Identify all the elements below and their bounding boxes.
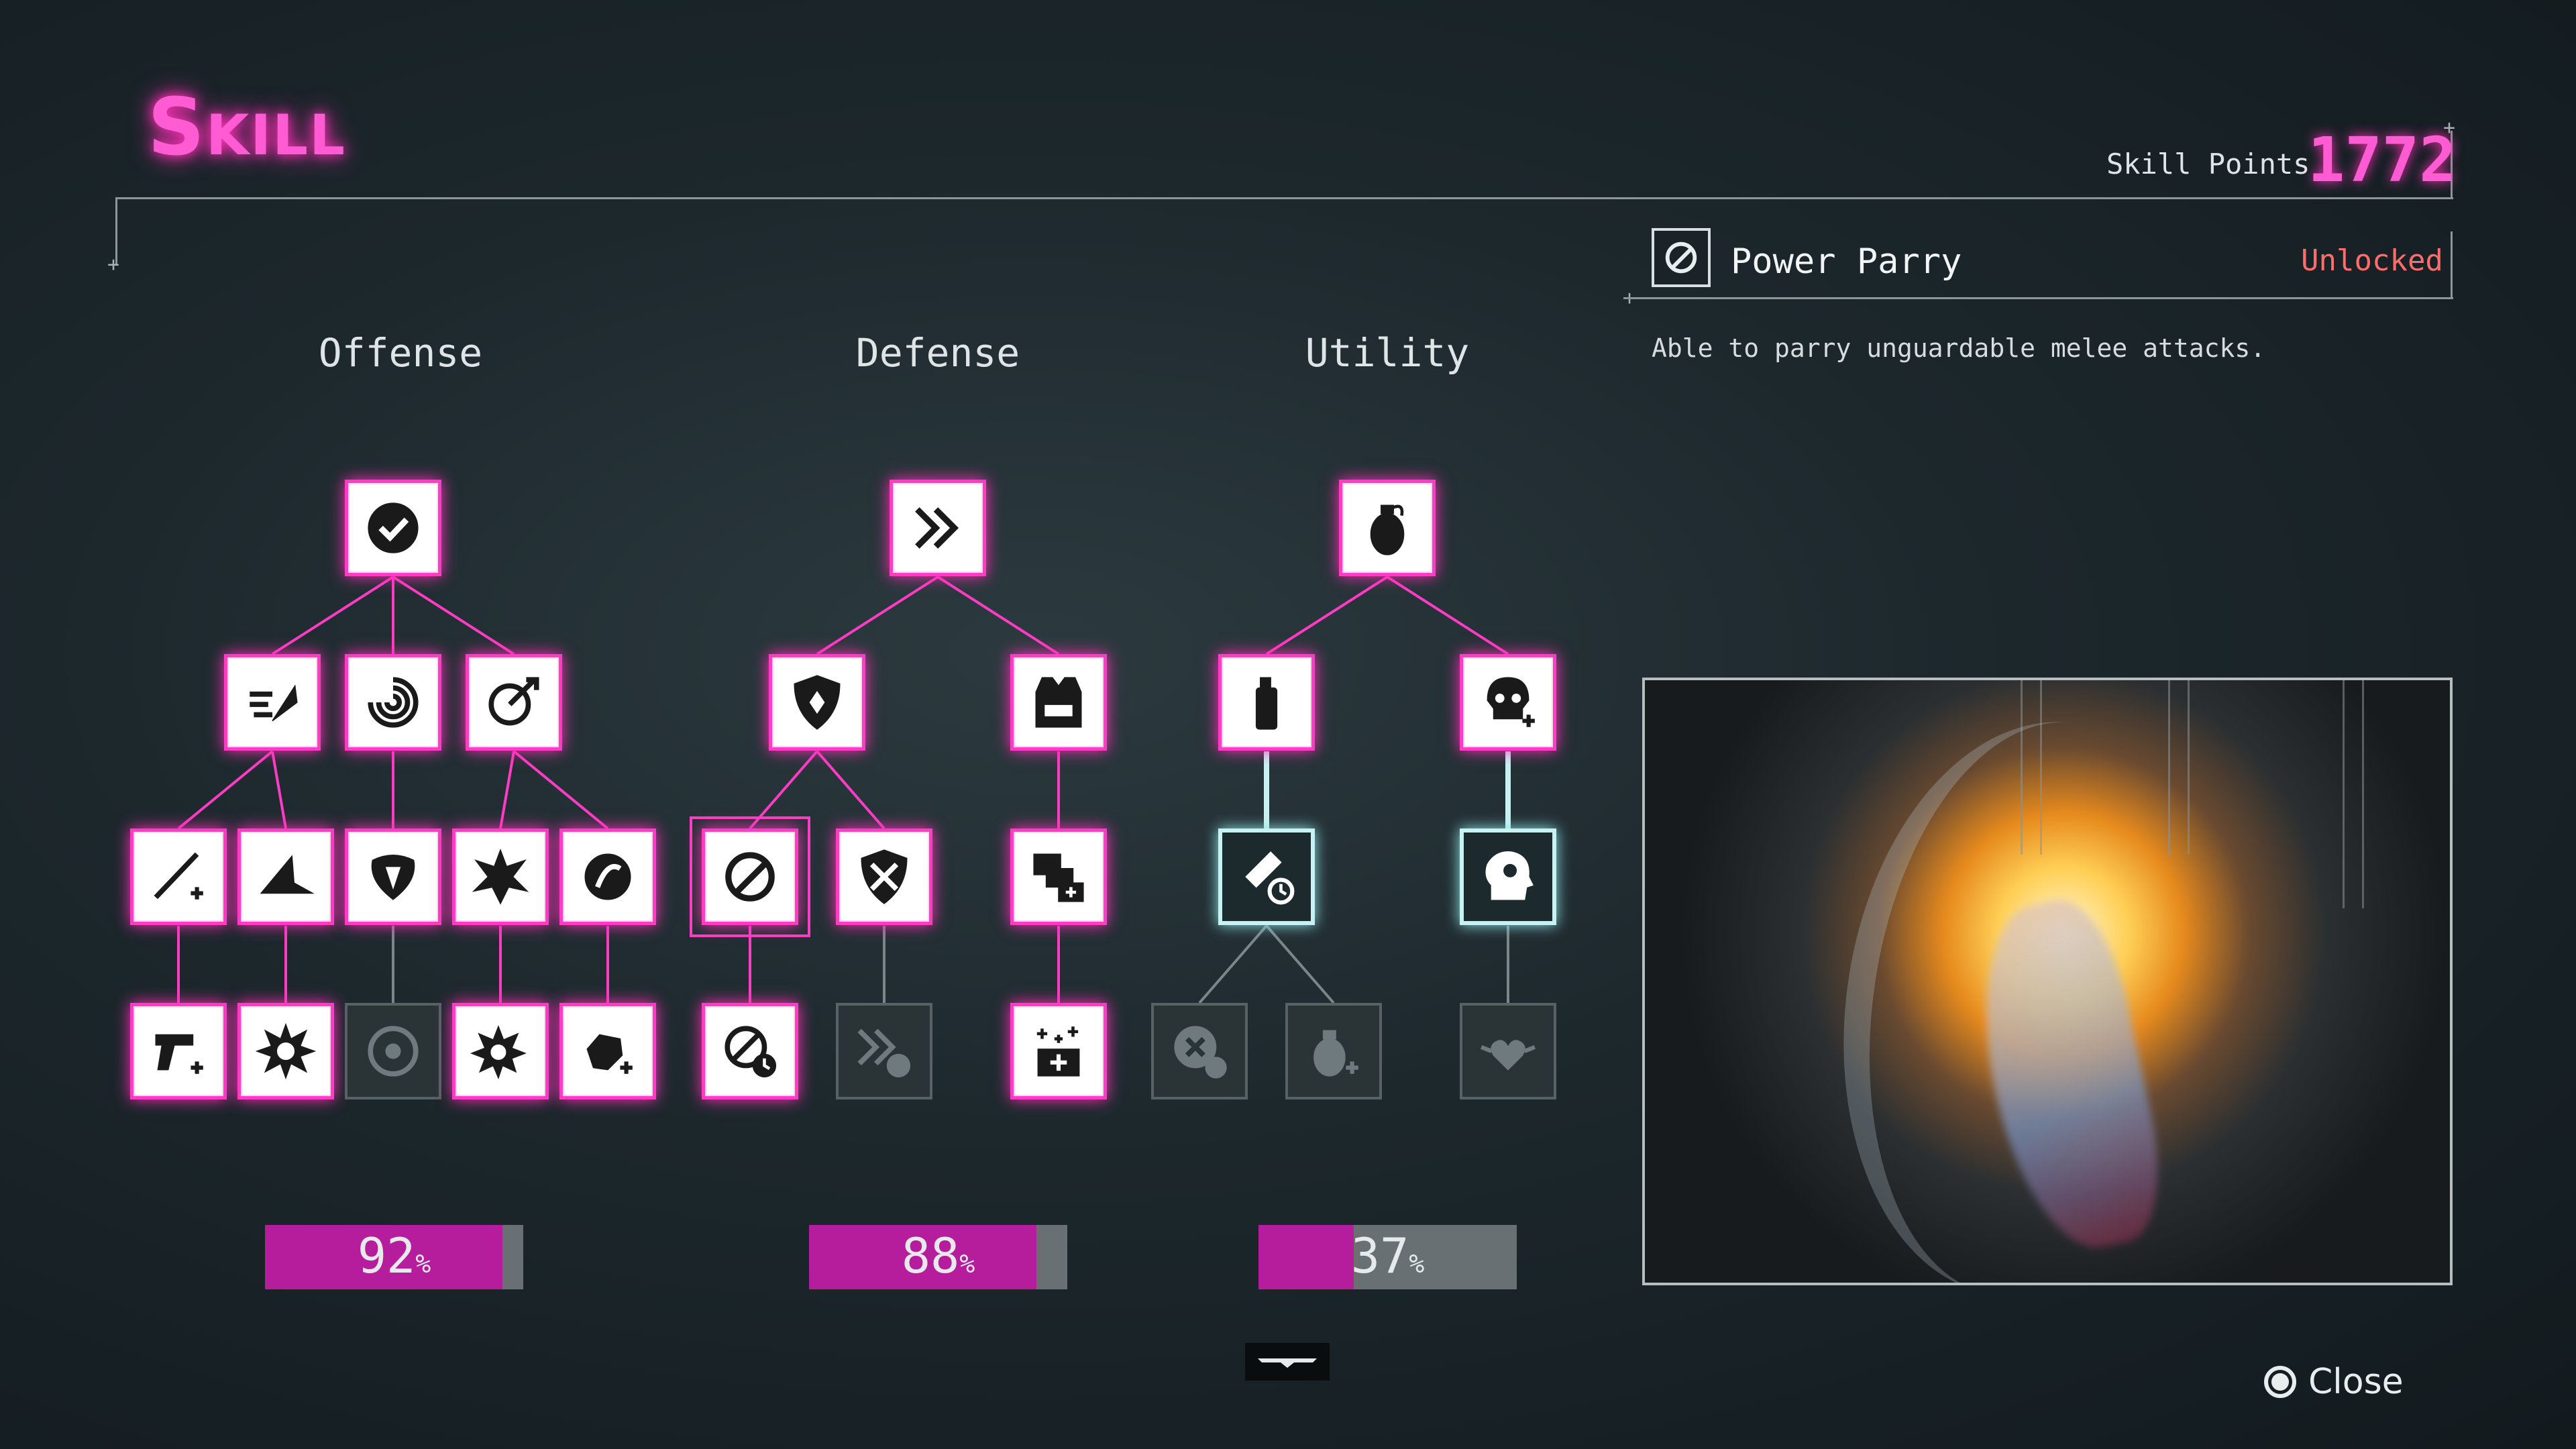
inhaler-clock-icon: [1245, 851, 1295, 905]
skill-node-offense-10[interactable]: [237, 1003, 334, 1099]
utility-progress-label: 37%: [1350, 1228, 1425, 1284]
skill-preview-video: [1642, 678, 2453, 1285]
skill-node-offense-6[interactable]: [345, 828, 441, 925]
ground-slash-icon: [260, 855, 315, 894]
studio-logo-icon: [1245, 1343, 1330, 1381]
grenade-plus-icon: [1313, 1030, 1358, 1077]
skill-node-offense-root[interactable]: [345, 480, 441, 576]
skill-points-value: 1772: [2308, 124, 2457, 196]
skill-node-offense-8[interactable]: [559, 828, 656, 925]
close-label: Close: [2308, 1362, 2404, 1402]
skill-node-utility-root[interactable]: [1339, 480, 1436, 576]
skill-node-utility-5[interactable]: [1151, 1003, 1248, 1099]
skill-node-offense-12[interactable]: [452, 1003, 549, 1099]
parry-clock-icon: [724, 1026, 777, 1078]
selected-skill-status: Unlocked: [2301, 244, 2443, 278]
vest-icon: [1035, 677, 1082, 728]
skill-node-defense-7[interactable]: [836, 1003, 932, 1099]
selected-skill-description: Able to parry unguardable melee attacks.: [1652, 333, 2266, 363]
skill-node-offense-11[interactable]: [345, 1003, 441, 1099]
cross-clock-icon: [1174, 1026, 1227, 1079]
skill-node-defense-4[interactable]: [836, 828, 932, 925]
skill-node-offense-9[interactable]: [130, 1003, 227, 1099]
defense-progress-bar: 88%: [809, 1225, 1067, 1289]
parry-icon: [1665, 241, 1697, 274]
skill-node-defense-3-selected[interactable]: [690, 816, 810, 937]
skill-node-defense-2[interactable]: [1010, 654, 1107, 751]
spray-can-icon: [1255, 677, 1278, 730]
selected-skill-icon: [1652, 228, 1711, 287]
heart-wings-icon: [1480, 1040, 1536, 1071]
gun-plus-icon: [155, 1034, 203, 1074]
skill-node-offense-5[interactable]: [237, 828, 334, 925]
skill-node-offense-2[interactable]: [345, 654, 441, 751]
swirl-icon: [368, 677, 419, 728]
selected-skill-name: Power Parry: [1731, 241, 1962, 282]
skill-points-label: Skill Points: [2106, 148, 2310, 180]
skill-node-utility-6[interactable]: [1285, 1003, 1382, 1099]
skill-node-defense-root[interactable]: [890, 480, 986, 576]
skill-node-offense-1[interactable]: [224, 654, 321, 751]
utility-progress-bar: 37%: [1258, 1225, 1517, 1289]
parry-icon: [725, 852, 775, 902]
skill-node-utility-3[interactable]: [1218, 828, 1315, 925]
skill-node-defense-6[interactable]: [702, 1003, 798, 1099]
sword-plus-icon: [154, 852, 203, 900]
skill-node-utility-2[interactable]: [1460, 654, 1556, 751]
dash-slash-icon: [250, 684, 298, 722]
skill-node-offense-13[interactable]: [559, 1003, 656, 1099]
target-arrow-icon: [488, 677, 539, 726]
background-girder: [2343, 680, 2364, 908]
skill-node-utility-1[interactable]: [1218, 654, 1315, 751]
explosion-icon: [255, 1022, 317, 1080]
fist-icon: [584, 853, 631, 900]
burst-icon: [472, 848, 529, 905]
info-divider-right: [2451, 231, 2453, 299]
punch-plus-icon: [586, 1034, 633, 1074]
skill-node-offense-7[interactable]: [452, 828, 549, 925]
grenade-icon: [1370, 504, 1405, 555]
vortex-icon: [368, 1026, 419, 1077]
skill-node-defense-1[interactable]: [769, 654, 865, 751]
offense-progress-label: 92%: [357, 1228, 431, 1284]
skill-node-offense-4[interactable]: [130, 828, 227, 925]
shield-icon: [794, 675, 841, 730]
defense-progress-label: 88%: [901, 1228, 975, 1284]
medkit-sparkle-icon: [1036, 1026, 1080, 1077]
head-target-icon: [1485, 851, 1534, 900]
checkmark-icon: [368, 502, 419, 553]
skill-node-utility-7[interactable]: [1460, 1003, 1556, 1099]
double-chevron-icon: [915, 507, 959, 549]
shield-swords-icon: [861, 849, 908, 904]
info-divider: [1623, 297, 2453, 299]
skill-node-defense-8[interactable]: [1010, 1003, 1107, 1099]
claw-icon: [371, 855, 415, 900]
close-button[interactable]: Close: [2264, 1362, 2404, 1402]
circle-button-icon: [2264, 1366, 2296, 1398]
medkit-stack-icon: [1033, 853, 1084, 902]
skill-node-offense-3[interactable]: [466, 654, 562, 751]
skill-node-utility-4[interactable]: [1460, 828, 1556, 925]
burst-plus-icon: [470, 1025, 527, 1080]
offense-progress-bar: 92%: [265, 1225, 523, 1289]
skill-node-defense-5[interactable]: [1010, 828, 1107, 925]
chevron-clock-icon: [857, 1028, 911, 1078]
skull-plus-icon: [1487, 677, 1535, 727]
